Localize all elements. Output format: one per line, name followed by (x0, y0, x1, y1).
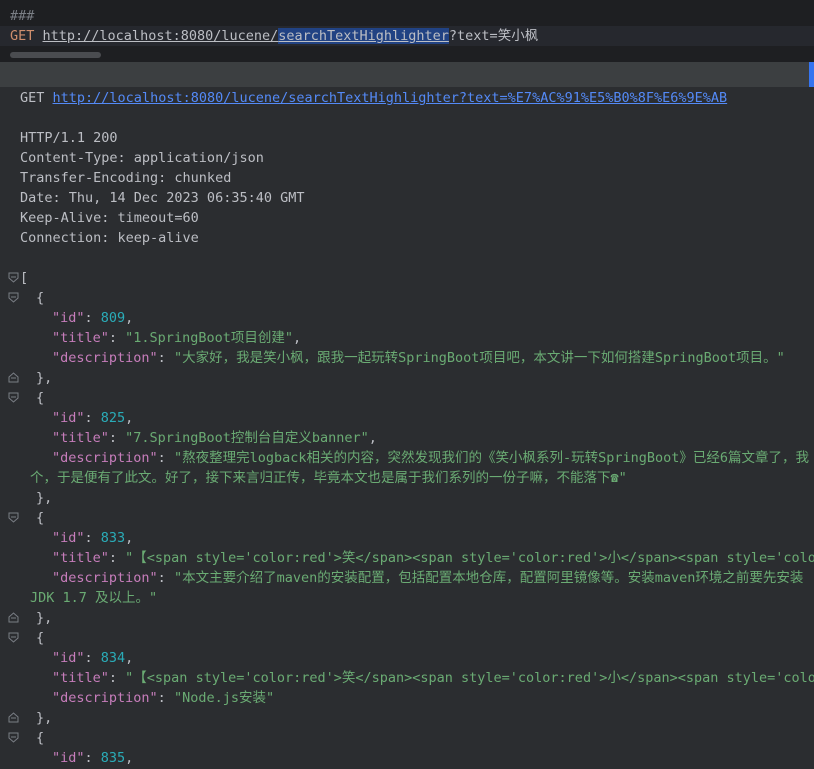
response-panel-header (0, 61, 814, 88)
json-field-description: "description": "大家好，我是笑小枫，跟我一起玩转SpringBo… (52, 350, 785, 366)
json-field-description-wrap: 个，于是便有了此文。好了，接下来言归正传，毕竟本文也是属于我们系列的一份子嘛，不… (30, 470, 627, 486)
json-field-id: "id": 809, (52, 310, 134, 326)
request-url-query[interactable]: ?text=笑小枫 (449, 28, 538, 44)
json-object-open: { (36, 510, 45, 526)
json-object-open: { (36, 630, 45, 646)
json-field-description: "description": "本文主要介绍了maven的安装配置，包括配置本地… (52, 570, 804, 586)
request-separator-comment: ### (10, 8, 35, 24)
json-field-description: "description": "熬夜整理完logback相关的内容，突然发现我们… (52, 450, 809, 466)
json-object-close: }, (36, 710, 53, 726)
header-date: Date: Thu, 14 Dec 2023 06:35:40 GMT (20, 190, 305, 206)
header-status: HTTP/1.1 200 (20, 130, 118, 146)
header-content-type: Content-Type: application/json (20, 150, 264, 166)
json-array-open: [ (20, 270, 29, 286)
request-line[interactable]: GET http://localhost:8080/lucene/searchT… (10, 26, 538, 46)
json-field-title: "title": "【<span style='color:red'>笑</sp… (52, 550, 814, 566)
request-url-prefix[interactable]: http://localhost:8080/lucene/ (43, 28, 279, 44)
json-field-id: "id": 833, (52, 530, 134, 546)
json-field-title: "title": "1.SpringBoot项目创建", (52, 330, 302, 346)
json-field-id: "id": 834, (52, 650, 134, 666)
header-keep-alive: Keep-Alive: timeout=60 (20, 210, 199, 226)
request-url-selected[interactable]: searchTextHighlighter (278, 28, 449, 44)
json-field-description-wrap: JDK 1.7 及以上。" (30, 590, 158, 606)
fold-open-icon[interactable] (8, 392, 19, 403)
fold-open-icon[interactable] (8, 272, 19, 283)
fold-open-icon[interactable] (8, 632, 19, 643)
json-field-id: "id": 825, (52, 410, 134, 426)
http-request-editor[interactable]: ### GET http://localhost:8080/lucene/sea… (0, 0, 814, 61)
fold-open-icon[interactable] (8, 732, 19, 743)
json-object-close: }, (36, 610, 53, 626)
fold-close-icon[interactable] (8, 712, 19, 723)
json-object-close: }, (36, 370, 53, 386)
json-field-title: "title": "7.SpringBoot控制台自定义banner", (52, 430, 377, 446)
fold-close-icon[interactable] (8, 372, 19, 383)
response-request-url-link[interactable]: http://localhost:8080/lucene/searchTextH… (53, 90, 728, 106)
json-field-id: "id": 835, (52, 750, 134, 766)
response-request-line: GET http://localhost:8080/lucene/searchT… (20, 88, 727, 108)
response-output-panel[interactable]: GET http://localhost:8080/lucene/searchT… (0, 87, 814, 769)
json-object-open: { (36, 290, 45, 306)
json-object-open: { (36, 730, 45, 746)
fold-open-icon[interactable] (8, 512, 19, 523)
json-field-title: "title": "【<span style='color:red'>笑</sp… (52, 670, 814, 686)
json-field-description: "description": "Node.js安装" (52, 690, 275, 706)
json-object-open: { (36, 390, 45, 406)
header-connection: Connection: keep-alive (20, 230, 199, 246)
request-method: GET (10, 28, 35, 44)
response-method: GET (20, 90, 45, 106)
fold-close-icon[interactable] (8, 612, 19, 623)
fold-open-icon[interactable] (8, 292, 19, 303)
header-transfer-encoding: Transfer-Encoding: chunked (20, 170, 232, 186)
horizontal-scrollbar[interactable] (10, 52, 101, 58)
panel-accent-bar (809, 62, 814, 88)
json-object-close: }, (36, 490, 53, 506)
